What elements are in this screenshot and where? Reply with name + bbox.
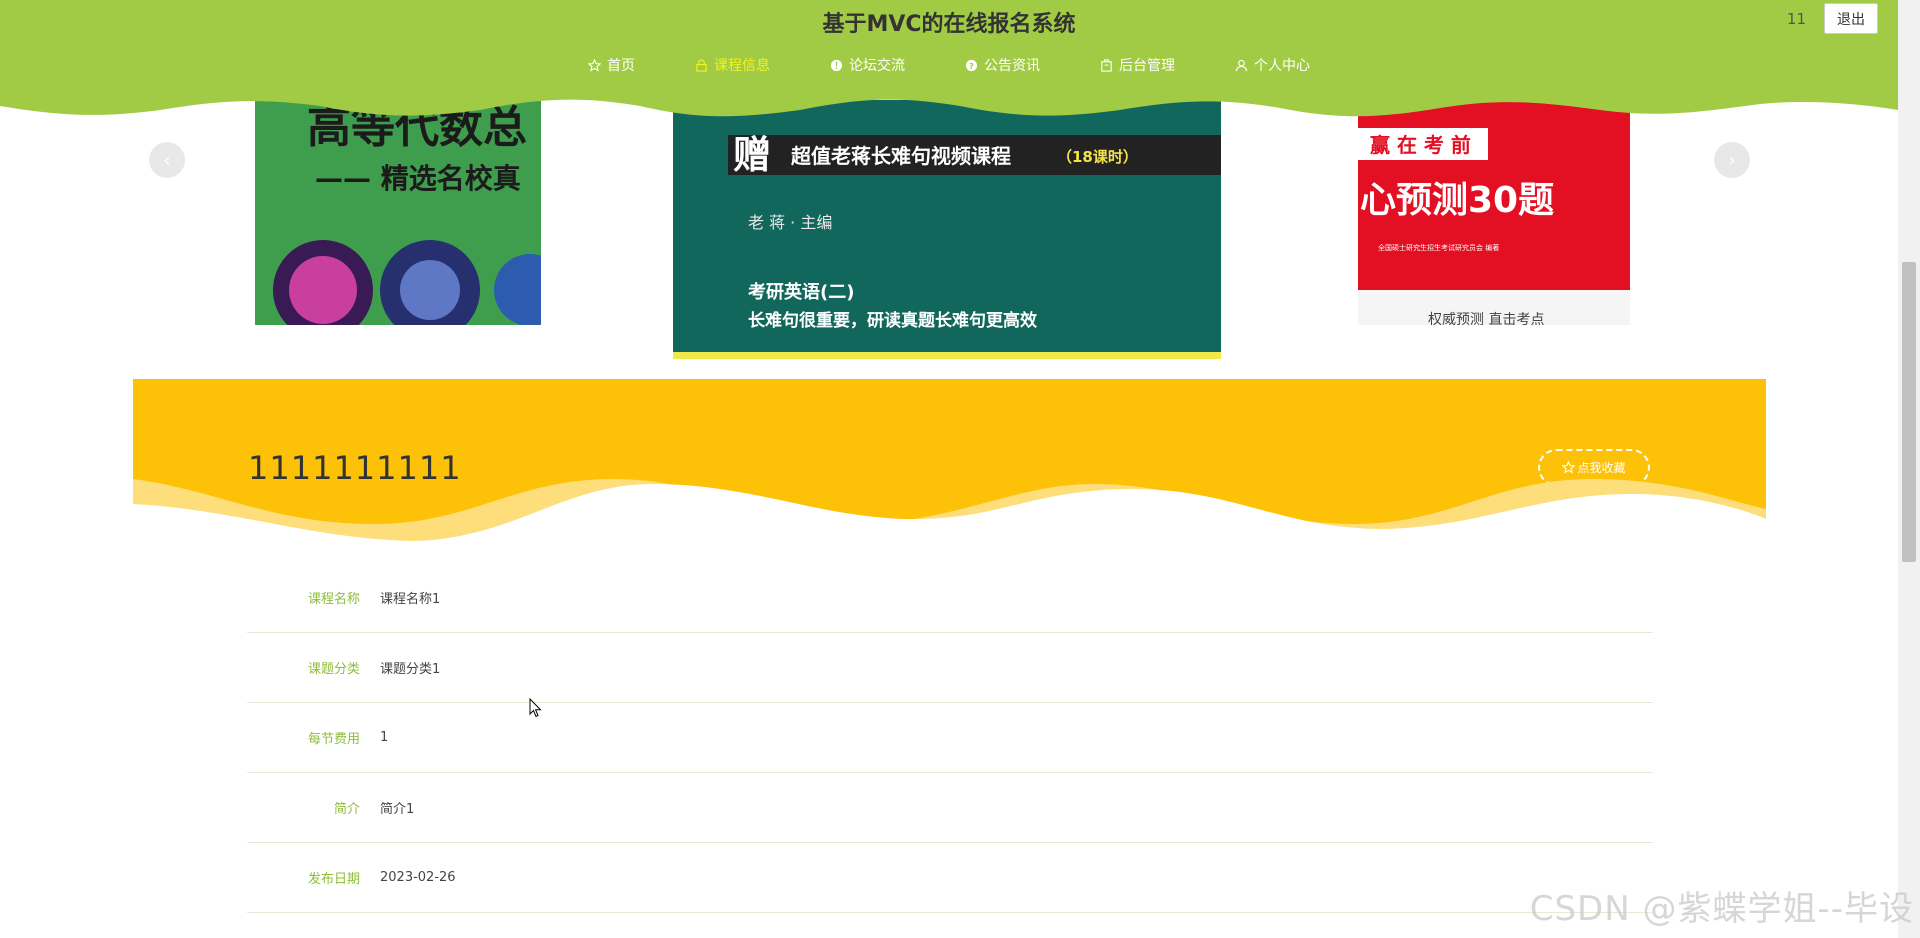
cover2-author: 老 蒋 · 主编 — [748, 213, 832, 232]
cover1-line2: —— 精选名校真 — [315, 162, 521, 195]
lock-icon — [696, 58, 707, 72]
banner-wave — [133, 479, 1766, 554]
building-icon — [1101, 58, 1112, 72]
star-icon — [588, 58, 601, 72]
current-username: 11 — [1786, 10, 1806, 28]
info-label: 每节费用 — [307, 732, 360, 747]
page-scrollbar[interactable] — [1898, 0, 1920, 938]
nav-home-label: 首页 — [607, 58, 635, 74]
nav-course-info[interactable]: 课程信息 — [695, 55, 770, 75]
cover3-line0: 赢 在 考 前 — [1370, 133, 1471, 157]
info-value: 1 — [380, 730, 389, 745]
cover2-banner-prefix: 赠 — [733, 132, 771, 177]
info-row-publish-date: 发布日期 2023-02-26 — [247, 843, 1653, 913]
nav-course-info-label: 课程信息 — [714, 58, 770, 74]
info-row-course-name: 课程名称 课程名称1 — [247, 563, 1653, 633]
site-title: 基于MVC的在线报名系统 — [822, 12, 1076, 37]
cover3-line1: 心预测30题 — [1360, 180, 1554, 221]
star-icon — [1562, 461, 1576, 474]
carousel-next-button[interactable]: › — [1714, 142, 1750, 178]
info-row-intro: 简介 简介1 — [247, 773, 1653, 843]
nav-forum[interactable]: 论坛交流 — [830, 55, 905, 75]
nav-home[interactable]: 首页 — [588, 55, 635, 75]
info-label: 发布日期 — [307, 872, 360, 887]
nav-announcements[interactable]: ? 公告资讯 — [965, 55, 1040, 75]
course-info-table: 课程名称 课程名称1 课题分类 课题分类1 每节费用 1 简介 简介1 发布日期… — [247, 563, 1653, 913]
watermark-text: CSDN @紫蝶学姐--毕设 — [1529, 889, 1914, 929]
cover2-badge: （18课时） — [1057, 148, 1138, 166]
logout-button[interactable]: 退出 — [1824, 3, 1878, 34]
book-cover-3: 赢 在 考 前 心预测30题 全国硕士研究生招生考试研究员会 编著 权威预测 直… — [1358, 100, 1630, 325]
nav-announcements-label: 公告资讯 — [984, 58, 1040, 74]
cover2-banner: 超值老蒋长难句视频课程 — [790, 144, 1011, 168]
book-cover-2: 赠 超值老蒋长难句视频课程 （18课时） 老 蒋 · 主编 考研英语(二) 长难… — [673, 100, 1221, 359]
detail-header-banner: 1111111111 点我收藏 — [133, 379, 1766, 554]
nav-profile[interactable]: 个人中心 — [1235, 55, 1310, 75]
info-label: 课程名称 — [307, 592, 360, 607]
carousel-slide-1[interactable]: 高等代数总 —— 精选名校真 — [255, 100, 541, 325]
user-icon — [1235, 59, 1248, 71]
info-label: 课题分类 — [307, 662, 360, 677]
favorite-label: 点我收藏 — [1577, 461, 1626, 475]
info-icon — [830, 59, 843, 71]
carousel-slide-2[interactable]: 赠 超值老蒋长难句视频课程 （18课时） 老 蒋 · 主编 考研英语(二) 长难… — [673, 100, 1221, 359]
svg-text:?: ? — [969, 61, 974, 71]
top-header: 基于MVC的在线报名系统 首页 课程信息 论坛交流 ? 公告资讯 后台管理 个人… — [0, 0, 1898, 120]
nav-admin[interactable]: 后台管理 — [1100, 55, 1175, 75]
cover2-line2: 长难句很重要，研读真题长难句更高效 — [748, 310, 1037, 331]
info-value: 课程名称1 — [380, 592, 441, 607]
main-nav: 首页 课程信息 论坛交流 ? 公告资讯 后台管理 个人中心 — [0, 55, 1898, 75]
carousel-slide-3[interactable]: 赢 在 考 前 心预测30题 全国硕士研究生招生考试研究员会 编著 权威预测 直… — [1358, 100, 1630, 325]
info-value: 简介1 — [380, 802, 415, 817]
cover2-line1: 考研英语(二) — [748, 281, 854, 303]
info-value: 课题分类1 — [380, 662, 441, 677]
nav-forum-label: 论坛交流 — [849, 58, 905, 74]
help-icon: ? — [965, 59, 978, 71]
book-cover-1: 高等代数总 —— 精选名校真 — [255, 100, 541, 325]
scrollbar-thumb[interactable] — [1902, 262, 1916, 562]
info-label: 简介 — [333, 802, 360, 817]
mouse-cursor-icon — [529, 698, 542, 718]
cover3-line2: 权威预测 直击考点 — [1428, 311, 1544, 325]
nav-profile-label: 个人中心 — [1254, 58, 1310, 74]
nav-admin-label: 后台管理 — [1119, 58, 1175, 74]
info-row-category: 课题分类 课题分类1 — [247, 633, 1653, 703]
carousel-prev-button[interactable]: ‹ — [149, 142, 185, 178]
image-carousel[interactable]: 高等代数总 —— 精选名校真 赠 超值老蒋长难句视频课程 （18课时） 老 蒋 … — [0, 100, 1898, 360]
cover3-small: 全国硕士研究生招生考试研究员会 编著 — [1378, 243, 1499, 252]
info-value: 2023-02-26 — [380, 870, 456, 885]
info-row-fee: 每节费用 1 — [247, 703, 1653, 773]
